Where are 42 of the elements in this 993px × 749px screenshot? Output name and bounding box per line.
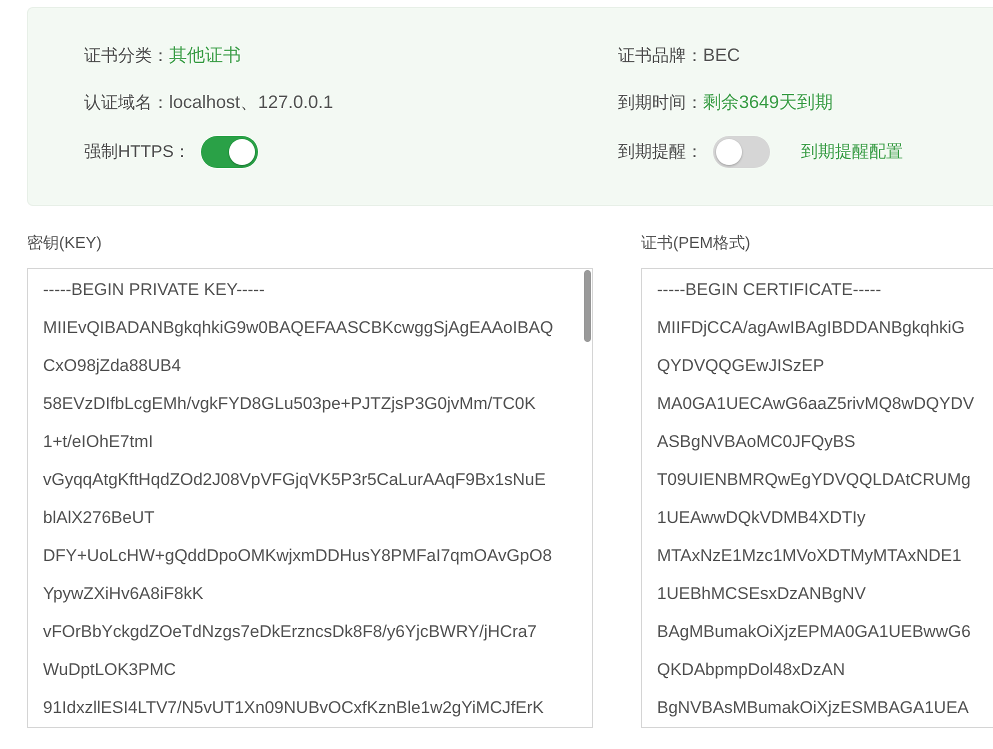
text-line: YpywZXiHv6A8iF8kK — [43, 583, 204, 605]
text-line: DFY+UoLcHW+gQddDpoOMKwjxmDDHusY8PMFaI7qmOAvGpO8 — [43, 545, 552, 567]
text-line: -----BEGIN PRIVATE KEY----- — [43, 279, 265, 301]
toggle-switch[interactable] — [200, 136, 258, 168]
field-label: 证书分类： — [84, 44, 169, 67]
text-line: vFOrBbYckgdZOeTdNzgs7eDkErzncsDk8F8/y6YjcBWRY/jHCra7 — [43, 621, 537, 643]
certificate-text-field[interactable] — [641, 268, 993, 728]
scrollbar-thumb[interactable] — [584, 270, 591, 342]
text-line: WuDptLOK3PMC — [43, 659, 176, 681]
text-line: 91IdxzllESI4LTV7/N5vUT1Xn09NUBvOCxfKznBle1w2gYiMCJfErK — [43, 697, 544, 719]
text-line: 1+t/eIOhE7tmI — [43, 431, 154, 453]
text-line: MA0GA1UECAwG6aaZ5rivMQ8wDQYDV — [657, 393, 974, 415]
text-line: BAgMBumakOiXjzEPMA0GA1UEBwwG6 — [657, 621, 971, 643]
field-label: 认证域名： — [84, 92, 169, 114]
key-text-field[interactable] — [27, 268, 593, 728]
text-line: MIIEvQIBADANBgkqhkiG9w0BAQEFAASCBKcwggSjAgEAAoIBAQ — [43, 317, 554, 339]
text-line: MTAxNzE1Mzc1MVoXDTMyMTAxNDE1 — [657, 545, 962, 567]
field-value: 其他证书 — [169, 44, 241, 67]
text-line: 1UEBhMCSEsxDzANBgNV — [657, 583, 866, 605]
text-line: ASBgNVBAoMC0JFQyBS — [657, 431, 856, 453]
field-value: BEC — [703, 44, 740, 67]
field-label: 密钥(KEY) — [27, 234, 102, 254]
text-line: T09UIENBMRQwEgYDVQQLDAtCRUMg — [657, 469, 971, 491]
text-line: CxO98jZda88UB4 — [43, 355, 181, 377]
toggle-switch[interactable] — [713, 136, 770, 168]
text-line: 58EVzDIfbLcgEMh/vgkFYD8GLu503pe+PJTZjsP3G0jvMm/TC0K — [43, 393, 536, 415]
text-line: MIIFDjCCA/agAwIBAgIBDDANBgkqhkiG — [657, 317, 965, 339]
field-value: localhost、127.0.0.1 — [169, 91, 334, 114]
field-label: 到期提醒： — [618, 141, 703, 164]
text-line: QKDAbpmpDol48xDzAN — [657, 659, 846, 681]
field-label: 证书(PEM格式) — [641, 234, 750, 254]
field-label: 证书品牌： — [618, 44, 703, 67]
text-line: -----BEGIN CERTIFICATE----- — [657, 279, 882, 301]
field-label: 到期时间： — [618, 92, 703, 114]
text-line: BgNVBAsMBumakOiXjzESMBAGA1UEA — [657, 697, 969, 719]
text-line: vGyqqAtgKftHqdZOd2J08VpVFGjqVK5P3r5CaLurAAqF9Bx1sNuE — [43, 469, 546, 491]
text-line: QYDVQQGEwJISzEP — [657, 355, 824, 377]
text-line: blAlX276BeUT — [43, 507, 155, 529]
reminder-settings-link[interactable]: 到期提醒配置 — [801, 139, 903, 165]
field-label: 强制HTTPS： — [84, 141, 191, 164]
field-value: 剩余3649天到期 — [703, 91, 834, 114]
text-line: 1UEAwwDQkVDMB4XDTIy — [657, 507, 866, 529]
